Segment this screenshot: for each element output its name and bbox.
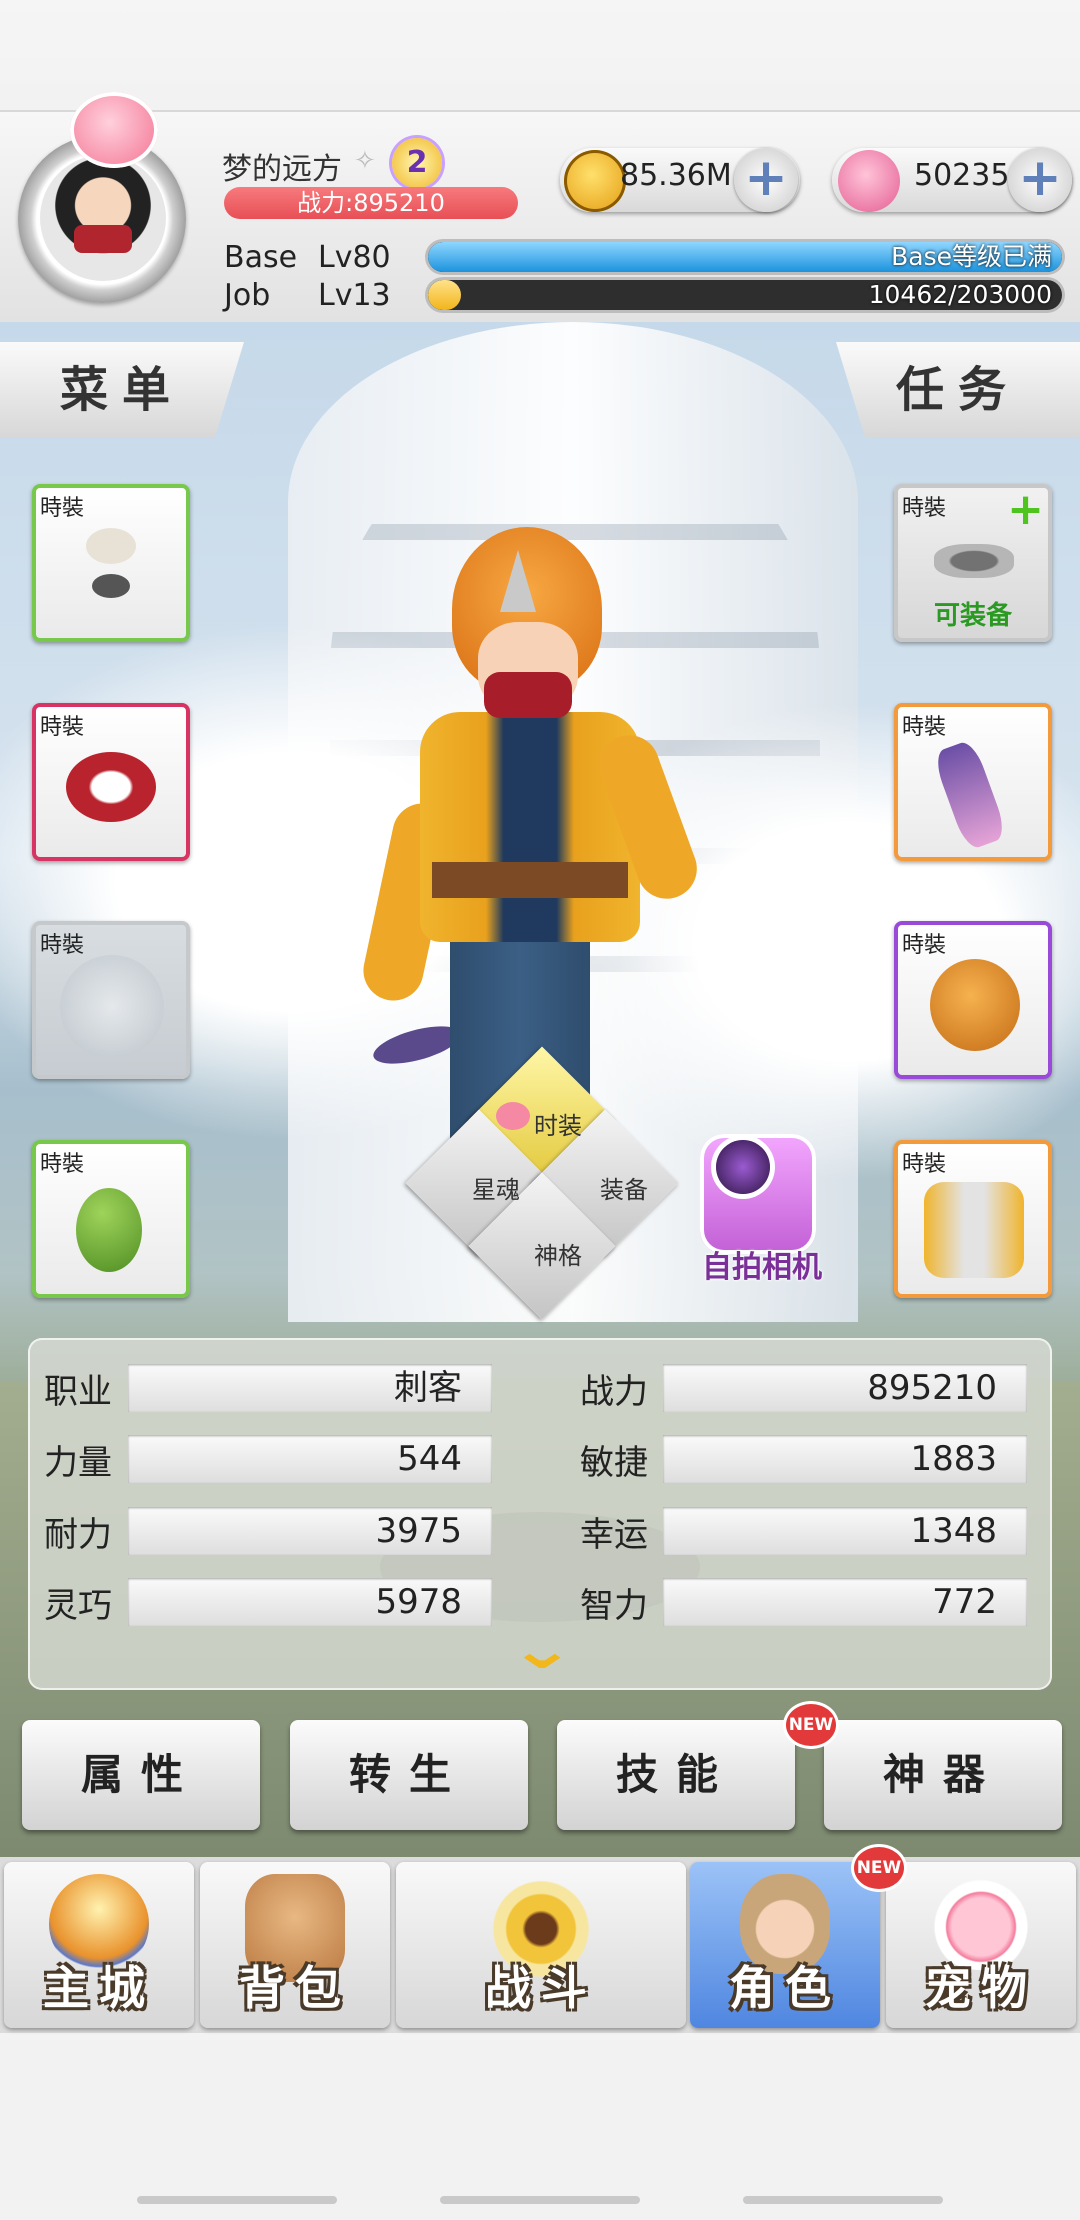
system-nav-handle-left[interactable] bbox=[137, 2196, 337, 2204]
gem-amount: 50235 bbox=[914, 158, 1010, 193]
character-belt bbox=[432, 862, 628, 898]
equippable-caption: 可装备 bbox=[933, 601, 1012, 631]
nav-bag[interactable]: 背包 bbox=[200, 1862, 390, 2028]
job-level-value: Lv13 bbox=[318, 278, 391, 313]
slot-label: 時裝 bbox=[40, 1152, 85, 1177]
slot-label: 時裝 bbox=[902, 496, 947, 521]
nav-home-label: 主城 bbox=[43, 1961, 155, 2015]
menu-button[interactable]: 菜单 bbox=[0, 342, 244, 438]
stat-agi-label: 敏捷 bbox=[580, 1443, 648, 1483]
wheel-fashion-label: 时装 bbox=[534, 1112, 582, 1140]
base-level-label: Base bbox=[224, 240, 298, 275]
fashion-slot-glasses[interactable]: 時裝 + 可装备 bbox=[894, 484, 1052, 642]
nav-role-label: 角色 bbox=[729, 1961, 841, 2015]
selfie-camera-label: 自拍相机 bbox=[702, 1250, 822, 1285]
stat-dex-value: 5978 bbox=[128, 1578, 492, 1626]
slot-label: 時裝 bbox=[902, 933, 947, 958]
gold-coin-icon bbox=[564, 150, 626, 212]
job-exp-fill bbox=[428, 280, 461, 310]
rebirth-button[interactable]: 转生 bbox=[290, 1720, 528, 1830]
character-mask bbox=[484, 672, 572, 718]
chevron-down-icon[interactable]: ⌄ bbox=[491, 1623, 593, 1677]
job-exp-text: 10462/203000 bbox=[868, 280, 1052, 309]
nav-battle-label: 战斗 bbox=[485, 1961, 597, 2015]
skills-new-badge: NEW bbox=[786, 1704, 836, 1746]
camera-lens-icon bbox=[716, 1140, 770, 1194]
job-exp-bar: 10462/203000 bbox=[428, 280, 1062, 310]
fashion-slot-headwear[interactable]: 時裝 bbox=[32, 484, 190, 642]
stat-dex-label: 灵巧 bbox=[44, 1586, 112, 1626]
avatar-mask-detail bbox=[74, 225, 132, 253]
slot-label: 時裝 bbox=[40, 933, 85, 958]
sunglasses-icon bbox=[934, 544, 1014, 578]
artifact-button[interactable]: 神器 bbox=[824, 1720, 1062, 1830]
base-exp-text: Base等级已满 bbox=[891, 242, 1052, 271]
slot-label: 時裝 bbox=[40, 496, 85, 521]
job-level-label: Job bbox=[224, 278, 271, 313]
crystal-dagger-icon bbox=[931, 738, 1009, 852]
stat-vit-value: 3975 bbox=[128, 1507, 492, 1555]
fashion-slot-cape[interactable]: 時裝 bbox=[32, 703, 190, 861]
stat-luk-value: 1348 bbox=[663, 1507, 1027, 1555]
character-horn bbox=[500, 550, 536, 612]
fashion-slot-outfit[interactable]: 時裝 bbox=[894, 1140, 1052, 1298]
wheel-equip-label: 装备 bbox=[600, 1176, 648, 1204]
system-navigation-area bbox=[0, 2040, 1080, 2220]
slot-label: 時裝 bbox=[902, 1152, 947, 1177]
slot-label: 時裝 bbox=[902, 715, 947, 740]
poring-icon bbox=[496, 1102, 530, 1130]
feather-ornament-icon bbox=[86, 528, 136, 564]
role-new-badge: NEW bbox=[854, 1847, 904, 1889]
attributes-button[interactable]: 属性 bbox=[22, 1720, 260, 1830]
stat-power-label: 战力 bbox=[580, 1372, 648, 1412]
red-collar-icon bbox=[66, 752, 156, 822]
fashion-slot-hair[interactable]: 時裝 bbox=[894, 921, 1052, 1079]
slot-label: 時裝 bbox=[40, 715, 85, 740]
yellow-jacket-icon bbox=[924, 1182, 1024, 1278]
stat-luk-label: 幸运 bbox=[580, 1515, 648, 1555]
nav-bag-label: 背包 bbox=[239, 1961, 351, 2015]
stat-int-label: 智力 bbox=[580, 1586, 648, 1626]
nav-pet[interactable]: 宠物 bbox=[886, 1862, 1076, 2028]
fashion-slot-tail[interactable]: 時裝 bbox=[32, 1140, 190, 1298]
system-nav-handle-center[interactable] bbox=[440, 2196, 640, 2204]
green-tail-icon bbox=[76, 1188, 142, 1272]
system-nav-handle-right[interactable] bbox=[743, 2196, 943, 2204]
gem-icon bbox=[838, 150, 900, 212]
base-exp-bar: Base等级已满 bbox=[428, 242, 1062, 272]
wheel-divine-label: 神格 bbox=[534, 1242, 582, 1270]
wheel-soul-label: 星魂 bbox=[472, 1176, 520, 1204]
skills-button[interactable]: 技能 bbox=[557, 1720, 795, 1830]
nav-role[interactable]: 角色 bbox=[690, 1862, 880, 2028]
fashion-slot-weapon[interactable]: 時裝 bbox=[894, 703, 1052, 861]
wings-icon bbox=[60, 955, 164, 1059]
pet-poring-icon bbox=[70, 92, 158, 168]
nav-pet-label: 宠物 bbox=[925, 1961, 1037, 2015]
add-gold-button[interactable]: + bbox=[734, 148, 798, 212]
combat-power-bar: 战力:895210 bbox=[224, 187, 518, 219]
vip-badge[interactable]: 2 bbox=[392, 138, 442, 188]
base-level-value: Lv80 bbox=[318, 240, 391, 275]
stat-power-value: 895210 bbox=[663, 1364, 1027, 1412]
sparkle-icon: ✧ bbox=[354, 146, 376, 176]
stat-vit-label: 耐力 bbox=[44, 1515, 112, 1555]
stat-int-value: 772 bbox=[663, 1578, 1027, 1626]
gold-amount: 85.36M bbox=[620, 158, 732, 193]
add-gem-button[interactable]: + bbox=[1008, 148, 1072, 212]
stat-str-label: 力量 bbox=[44, 1443, 112, 1483]
nav-battle[interactable]: 战斗 bbox=[396, 1862, 686, 2028]
stat-agi-value: 1883 bbox=[663, 1435, 1027, 1483]
task-button[interactable]: 任务 bbox=[836, 342, 1080, 438]
stat-str-value: 544 bbox=[128, 1435, 492, 1483]
stat-job-value: 刺客 bbox=[128, 1364, 492, 1412]
player-name: 梦的远方 bbox=[222, 152, 342, 187]
add-icon: + bbox=[1007, 484, 1044, 535]
avatar-portrait bbox=[40, 155, 166, 281]
fashion-slot-wings[interactable]: 時裝 bbox=[32, 921, 190, 1079]
orange-hair-icon bbox=[930, 959, 1020, 1051]
stat-job-label: 职业 bbox=[44, 1372, 112, 1412]
nav-home[interactable]: 主城 bbox=[4, 1862, 194, 2028]
